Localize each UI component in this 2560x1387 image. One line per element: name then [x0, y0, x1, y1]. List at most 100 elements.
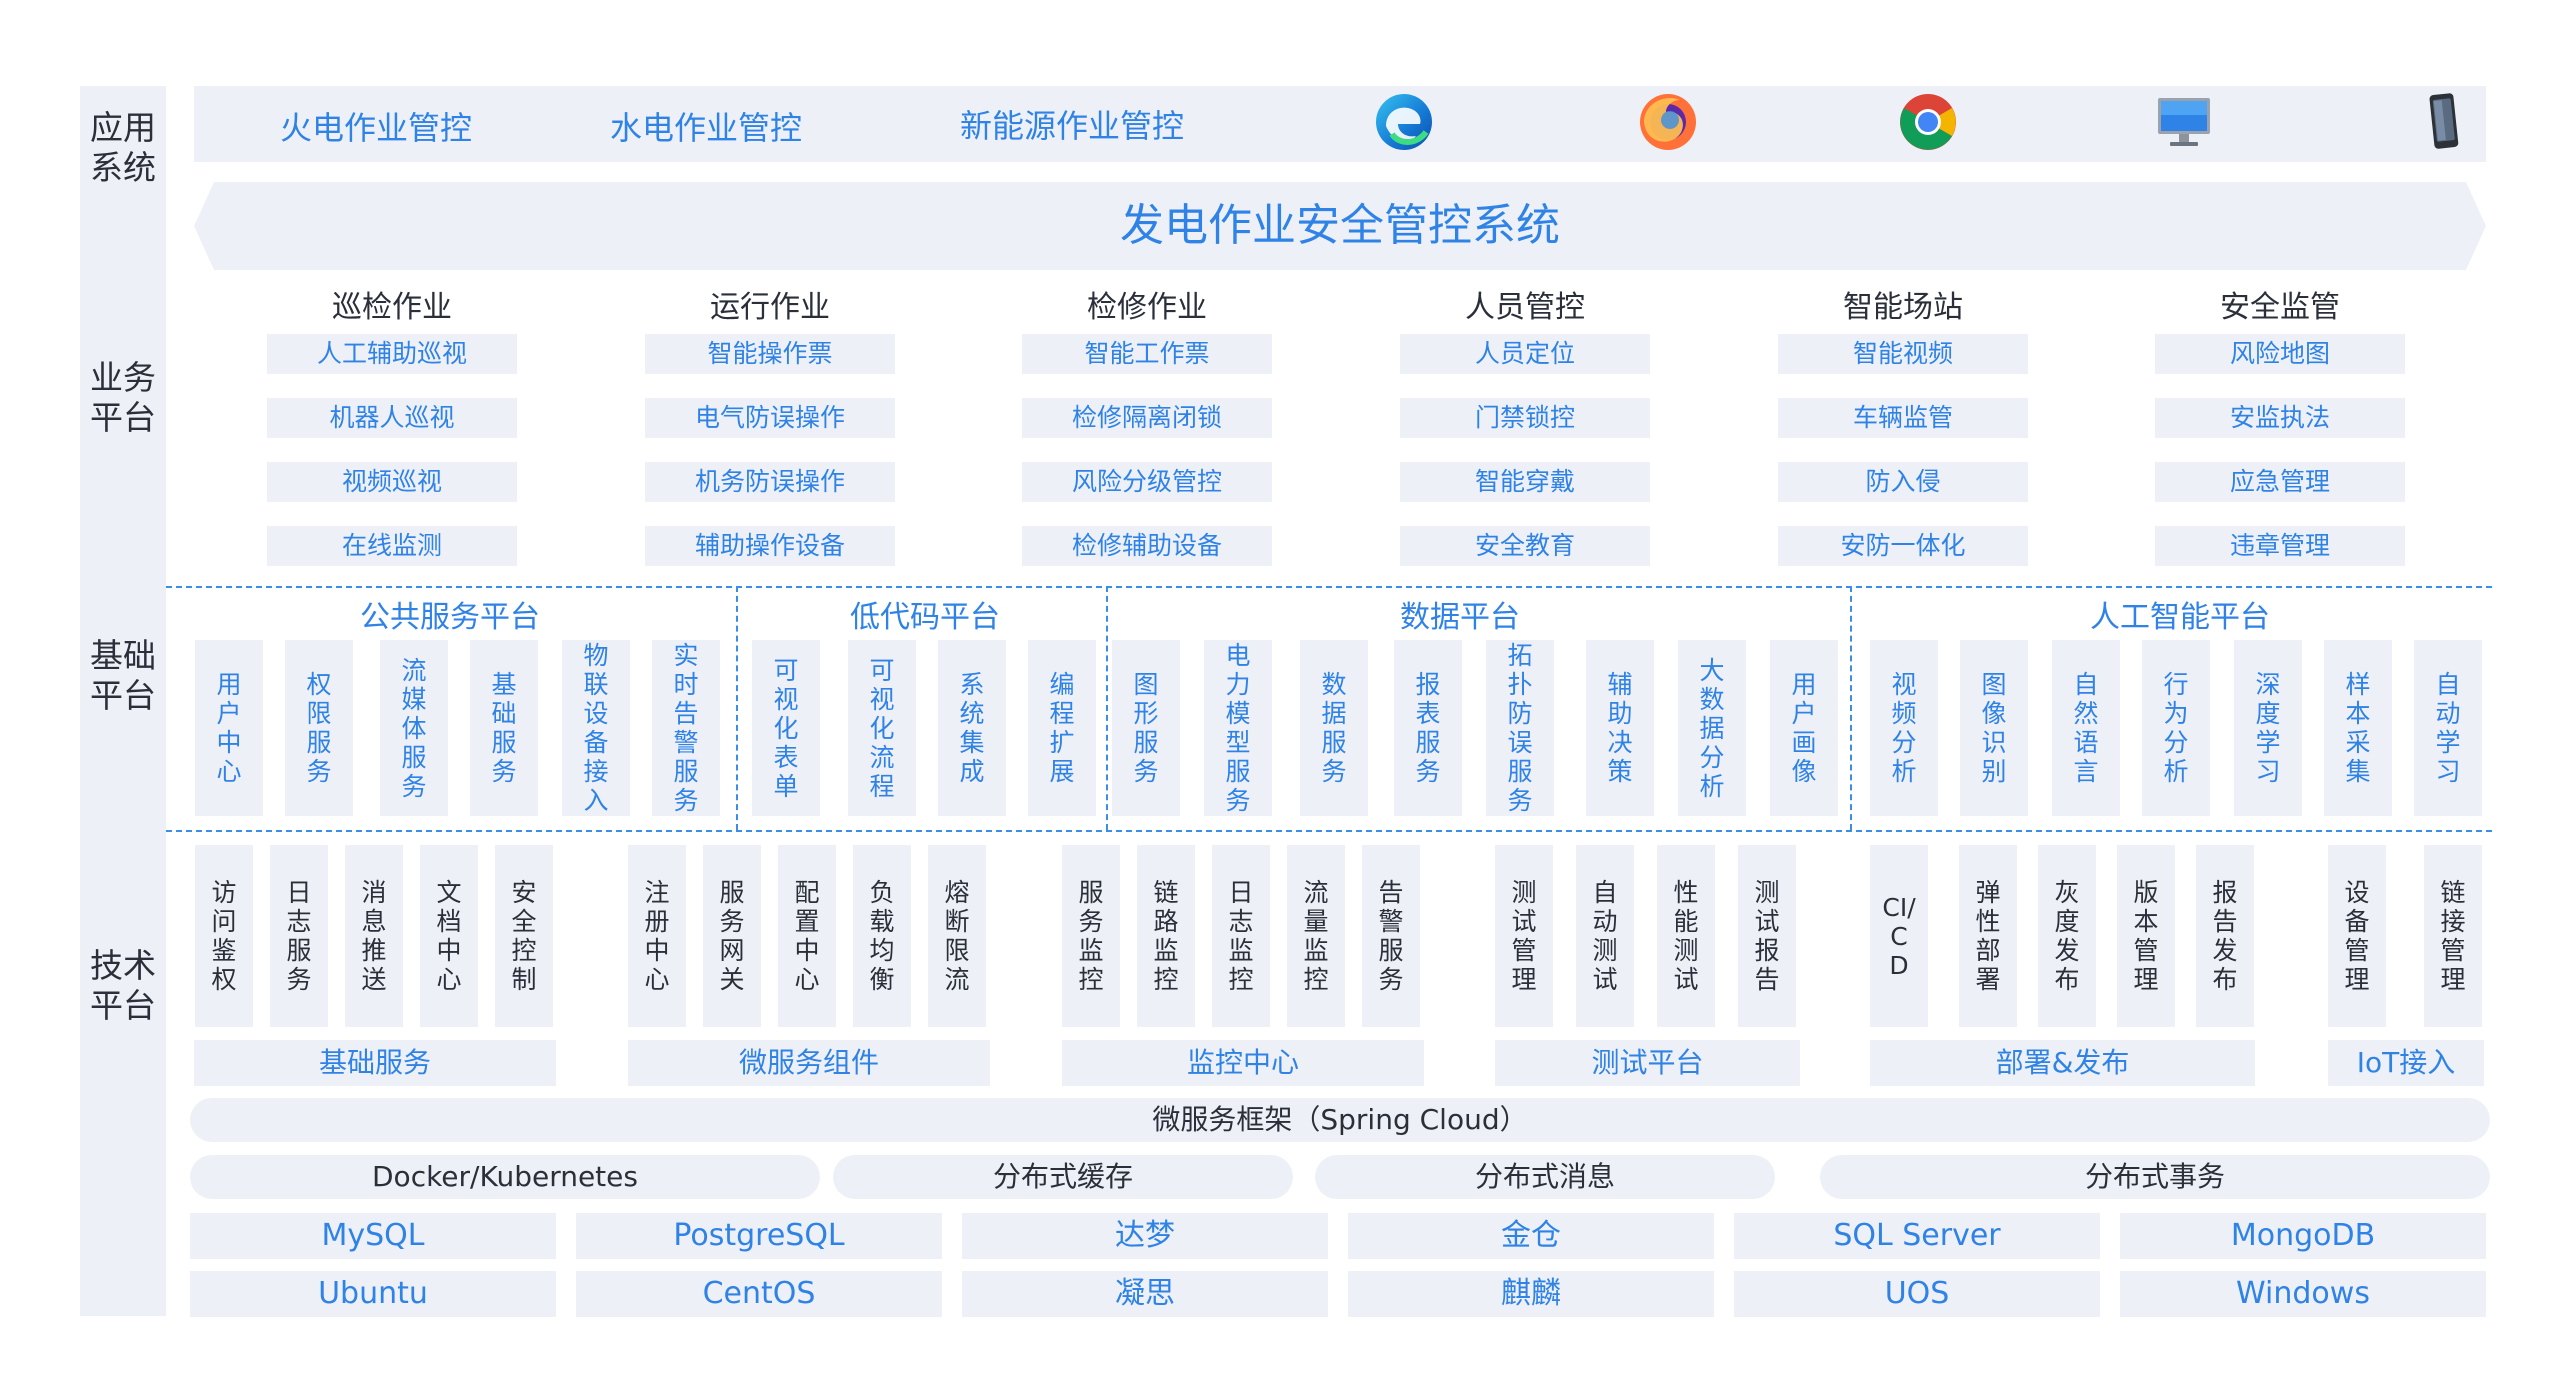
tech-component[interactable]: 消息推送	[345, 845, 403, 1027]
tech-group-label[interactable]: IoT接入	[2328, 1040, 2484, 1086]
middleware-pill[interactable]: 分布式消息	[1315, 1155, 1775, 1199]
biz-item[interactable]: 人员定位	[1400, 334, 1650, 374]
tech-component[interactable]: 安全控制	[495, 845, 553, 1027]
tech-group-label[interactable]: 测试平台	[1495, 1040, 1800, 1086]
biz-item[interactable]: 智能穿戴	[1400, 462, 1650, 502]
os-item[interactable]: 凝思	[962, 1271, 1328, 1317]
biz-item[interactable]: 智能工作票	[1022, 334, 1272, 374]
os-item[interactable]: CentOS	[576, 1271, 942, 1317]
biz-item[interactable]: 防入侵	[1778, 462, 2028, 502]
database-item[interactable]: MySQL	[190, 1213, 556, 1259]
foundation-service[interactable]: 用户中心	[195, 640, 263, 816]
tech-component[interactable]: 链路监控	[1137, 845, 1195, 1027]
tech-component[interactable]: 服务网关	[703, 845, 761, 1027]
app-new-energy[interactable]: 新能源作业管控	[960, 101, 1184, 147]
foundation-service[interactable]: 电力模型服务	[1204, 640, 1272, 816]
tech-component[interactable]: 熔断限流	[928, 845, 986, 1027]
foundation-service[interactable]: 自然语言	[2052, 640, 2120, 816]
tech-component[interactable]: 流量监控	[1287, 845, 1345, 1027]
biz-item[interactable]: 人工辅助巡视	[267, 334, 517, 374]
middleware-pill[interactable]: 分布式缓存	[833, 1155, 1293, 1199]
foundation-service[interactable]: 系统集成	[938, 640, 1006, 816]
database-item[interactable]: PostgreSQL	[576, 1213, 942, 1259]
os-item[interactable]: Windows	[2120, 1271, 2486, 1317]
biz-item[interactable]: 应急管理	[2155, 462, 2405, 502]
tech-group-label[interactable]: 部署&发布	[1870, 1040, 2255, 1086]
foundation-service[interactable]: 视频分析	[1870, 640, 1938, 816]
biz-item[interactable]: 智能视频	[1778, 334, 2028, 374]
foundation-service[interactable]: 图像识别	[1960, 640, 2028, 816]
biz-item[interactable]: 智能操作票	[645, 334, 895, 374]
os-item[interactable]: Ubuntu	[190, 1271, 556, 1317]
foundation-service[interactable]: 图形服务	[1112, 640, 1180, 816]
foundation-service[interactable]: 用户画像	[1770, 640, 1838, 816]
tech-group-label[interactable]: 监控中心	[1062, 1040, 1424, 1086]
tech-component[interactable]: 性能测试	[1657, 845, 1715, 1027]
tech-component[interactable]: 访问鉴权	[195, 845, 253, 1027]
tech-component[interactable]: 注册中心	[628, 845, 686, 1027]
tech-component[interactable]: 灰度发布	[2038, 845, 2096, 1027]
biz-item[interactable]: 检修隔离闭锁	[1022, 398, 1272, 438]
biz-item[interactable]: 在线监测	[267, 526, 517, 566]
tech-component[interactable]: 报告发布	[2196, 845, 2254, 1027]
biz-item[interactable]: 机器人巡视	[267, 398, 517, 438]
foundation-service[interactable]: 物联设备接入	[562, 640, 630, 816]
database-item[interactable]: 达梦	[962, 1213, 1328, 1259]
foundation-service[interactable]: 编程扩展	[1028, 640, 1096, 816]
microservice-framework-bar[interactable]: 微服务框架（Spring Cloud）	[190, 1098, 2490, 1142]
foundation-service[interactable]: 基础服务	[470, 640, 538, 816]
foundation-service[interactable]: 样本采集	[2324, 640, 2392, 816]
os-item[interactable]: UOS	[1734, 1271, 2100, 1317]
tech-component[interactable]: 日志监控	[1212, 845, 1270, 1027]
tech-component[interactable]: 日志服务	[270, 845, 328, 1027]
biz-item[interactable]: 门禁锁控	[1400, 398, 1650, 438]
tech-component[interactable]: 负载均衡	[853, 845, 911, 1027]
foundation-service[interactable]: 报表服务	[1394, 640, 1462, 816]
middleware-pill[interactable]: Docker/Kubernetes	[190, 1155, 820, 1199]
biz-item[interactable]: 检修辅助设备	[1022, 526, 1272, 566]
tech-component[interactable]: CI/CD	[1870, 845, 1928, 1027]
tech-component[interactable]: 告警服务	[1362, 845, 1420, 1027]
tech-component[interactable]: 文档中心	[420, 845, 478, 1027]
foundation-service[interactable]: 权限服务	[285, 640, 353, 816]
foundation-service[interactable]: 实时告警服务	[652, 640, 720, 816]
tech-component[interactable]: 弹性部署	[1959, 845, 2017, 1027]
tech-component[interactable]: 服务监控	[1062, 845, 1120, 1027]
biz-item[interactable]: 车辆监管	[1778, 398, 2028, 438]
tech-component[interactable]: 链接管理	[2424, 845, 2482, 1027]
biz-item[interactable]: 违章管理	[2155, 526, 2405, 566]
foundation-service[interactable]: 自动学习	[2414, 640, 2482, 816]
foundation-service[interactable]: 可视化表单	[752, 640, 820, 816]
biz-item[interactable]: 辅助操作设备	[645, 526, 895, 566]
foundation-service[interactable]: 数据服务	[1300, 640, 1368, 816]
biz-item[interactable]: 安全教育	[1400, 526, 1650, 566]
tech-component[interactable]: 测试管理	[1495, 845, 1553, 1027]
foundation-service[interactable]: 行为分析	[2142, 640, 2210, 816]
foundation-service[interactable]: 大数据分析	[1678, 640, 1746, 816]
tech-component[interactable]: 配置中心	[778, 845, 836, 1027]
foundation-service[interactable]: 流媒体服务	[380, 640, 448, 816]
biz-item[interactable]: 安监执法	[2155, 398, 2405, 438]
biz-item[interactable]: 视频巡视	[267, 462, 517, 502]
tech-component[interactable]: 设备管理	[2328, 845, 2386, 1027]
biz-item[interactable]: 安防一体化	[1778, 526, 2028, 566]
biz-item[interactable]: 电气防误操作	[645, 398, 895, 438]
tech-component[interactable]: 测试报告	[1738, 845, 1796, 1027]
tech-group-label[interactable]: 微服务组件	[628, 1040, 990, 1086]
database-item[interactable]: 金仓	[1348, 1213, 1714, 1259]
foundation-service[interactable]: 拓扑防误服务	[1486, 640, 1554, 816]
app-hydro-power[interactable]: 水电作业管控	[610, 103, 802, 149]
database-item[interactable]: SQL Server	[1734, 1213, 2100, 1259]
biz-item[interactable]: 机务防误操作	[645, 462, 895, 502]
middleware-pill[interactable]: 分布式事务	[1820, 1155, 2490, 1199]
os-item[interactable]: 麒麟	[1348, 1271, 1714, 1317]
foundation-service[interactable]: 辅助决策	[1586, 640, 1654, 816]
tech-group-label[interactable]: 基础服务	[194, 1040, 556, 1086]
app-thermal-power[interactable]: 火电作业管控	[280, 103, 472, 149]
biz-item[interactable]: 风险地图	[2155, 334, 2405, 374]
database-item[interactable]: MongoDB	[2120, 1213, 2486, 1259]
tech-component[interactable]: 版本管理	[2117, 845, 2175, 1027]
foundation-service[interactable]: 深度学习	[2234, 640, 2302, 816]
tech-component[interactable]: 自动测试	[1576, 845, 1634, 1027]
biz-item[interactable]: 风险分级管控	[1022, 462, 1272, 502]
